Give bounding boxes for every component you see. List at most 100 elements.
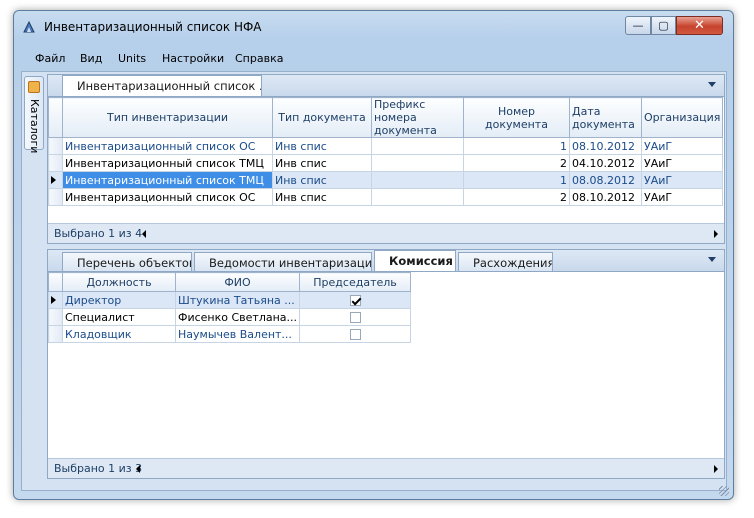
cell-date[interactable]: 08.10.2012 <box>569 137 642 155</box>
cell-org[interactable]: УАиГ <box>640 188 724 206</box>
scroll-right-icon[interactable] <box>714 230 718 238</box>
cell-position[interactable]: Специалист <box>62 308 176 326</box>
table-row-selected[interactable]: Директор Штукина Татьяна ... <box>48 291 412 309</box>
tab-commission-label: Комиссия <box>389 254 453 268</box>
cell-date[interactable]: 08.08.2012 <box>569 171 642 189</box>
row-selector[interactable] <box>48 154 63 172</box>
cell-position[interactable]: Кладовщик <box>62 325 176 343</box>
table-row[interactable]: Инвентаризационный список ОС Инв спис 1 … <box>48 137 724 155</box>
menu-help[interactable]: Справка <box>235 52 283 65</box>
chairman-checkbox[interactable] <box>349 329 361 340</box>
documents-header-row: Тип инвентаризации Тип документа Префикс… <box>48 97 724 138</box>
tabs-dropdown-icon[interactable] <box>708 82 716 87</box>
cell-chairman[interactable] <box>299 325 412 343</box>
scroll-left-icon[interactable] <box>142 230 146 238</box>
cell-chairman[interactable] <box>299 308 412 326</box>
menu-file[interactable]: Файл <box>35 52 65 65</box>
row-selector[interactable] <box>48 137 63 155</box>
scroll-left-icon[interactable] <box>136 465 140 473</box>
cell-number[interactable]: 1 <box>463 171 570 189</box>
commission-table: Должность ФИО Председатель Директор Штук… <box>48 272 412 343</box>
col-header-prefix[interactable]: Префикс номера документа <box>371 97 464 138</box>
scroll-right-icon[interactable] <box>714 465 718 473</box>
details-tabs-dropdown-icon[interactable] <box>708 257 716 262</box>
tab-discrepancies[interactable]: Расхождения <box>458 252 553 272</box>
row-selector[interactable] <box>48 188 63 206</box>
cell-name[interactable]: Наумычев Валент... <box>174 325 301 343</box>
cell-doc-type[interactable]: Инв спис <box>272 137 372 155</box>
current-row-icon <box>51 175 56 184</box>
cell-type[interactable]: Инвентаризационный список ОС <box>62 137 273 155</box>
menu-bar: Файл Вид Units Настройки Справка <box>21 49 727 69</box>
col-header-date[interactable]: Дата документа <box>569 97 642 138</box>
menu-units[interactable]: Units <box>118 52 146 65</box>
cell-org[interactable]: УАиГ <box>640 137 724 155</box>
cell-number[interactable]: 2 <box>463 188 570 206</box>
cell-prefix[interactable] <box>371 171 464 189</box>
catalogs-side-tab[interactable]: Каталоги <box>24 76 44 154</box>
resize-grip-icon[interactable] <box>719 486 729 496</box>
cell-number[interactable]: 2 <box>463 154 570 172</box>
cell-prefix[interactable] <box>371 154 464 172</box>
commission-status-bar: Выбрано 1 из 3 <box>48 458 724 478</box>
table-row-selected[interactable]: Инвентаризационный список ТМЦ Инв спис 1… <box>48 171 724 189</box>
col-header-org[interactable]: Организация <box>640 97 724 138</box>
col-header-chairman[interactable]: Председатель <box>299 272 412 292</box>
cell-type[interactable]: Инвентаризационный список ОС <box>62 188 273 206</box>
cell-doc-type[interactable]: Инв спис <box>272 154 372 172</box>
menu-settings[interactable]: Настройки <box>162 52 224 65</box>
close-button[interactable]: ✕ <box>676 16 723 35</box>
current-row-icon <box>51 295 56 304</box>
cell-name[interactable]: Штукина Татьяна ... <box>174 291 301 309</box>
chairman-checkbox[interactable] <box>349 312 361 323</box>
row-selector[interactable] <box>48 325 63 343</box>
col-header-position[interactable]: Должность <box>62 272 176 292</box>
app-window: Инвентаризационный список НФА — ▢ ✕ Файл… <box>13 10 734 500</box>
tab-commission[interactable]: Комиссия <box>374 250 456 272</box>
col-header-name[interactable]: ФИО <box>174 272 301 292</box>
cell-number[interactable]: 1 <box>463 137 570 155</box>
minimize-icon: — <box>632 19 644 32</box>
cell-name[interactable]: Фисенко Светлана... <box>174 308 301 326</box>
row-selector[interactable] <box>48 291 63 309</box>
title-bar[interactable]: Инвентаризационный список НФА — ▢ ✕ <box>14 11 733 41</box>
maximize-button[interactable]: ▢ <box>651 16 676 35</box>
commission-selection-count: Выбрано 1 из 3 <box>54 462 143 475</box>
chairman-checkbox[interactable] <box>349 295 361 306</box>
cell-prefix[interactable] <box>371 188 464 206</box>
table-row[interactable]: Инвентаризационный список ТМЦ Инв спис 2… <box>48 154 724 172</box>
table-row[interactable]: Специалист Фисенко Светлана... <box>48 308 412 326</box>
app-icon <box>23 20 35 33</box>
catalogs-label: Каталоги <box>28 99 41 154</box>
row-selector[interactable] <box>48 171 63 189</box>
main-area: Каталоги Инвентаризационный список ... Т… <box>21 71 727 491</box>
catalog-icon <box>28 81 40 93</box>
table-row[interactable]: Инвентаризационный список ОС Инв спис 2 … <box>48 188 724 206</box>
tab-objects-list[interactable]: Перечень объектов <box>62 252 192 272</box>
documents-status-bar: Выбрано 1 из 4 <box>48 223 724 243</box>
row-selector[interactable] <box>48 308 63 326</box>
cell-position[interactable]: Директор <box>62 291 176 309</box>
cell-type[interactable]: Инвентаризационный список ТМЦ <box>62 154 273 172</box>
table-row[interactable]: Кладовщик Наумычев Валент... <box>48 325 412 343</box>
documents-selection-count: Выбрано 1 из 4 <box>54 227 143 240</box>
col-header-number[interactable]: Номер документа <box>463 97 570 138</box>
col-header-doc-type[interactable]: Тип документа <box>272 97 372 138</box>
cell-chairman[interactable] <box>299 291 412 309</box>
cell-doc-type[interactable]: Инв спис <box>272 188 372 206</box>
tab-objects-list-label: Перечень объектов <box>77 256 192 270</box>
cell-date[interactable]: 04.10.2012 <box>569 154 642 172</box>
minimize-button[interactable]: — <box>625 16 651 35</box>
col-header-type[interactable]: Тип инвентаризации <box>62 97 273 138</box>
cell-org[interactable]: УАиГ <box>640 171 724 189</box>
tab-discrepancies-label: Расхождения <box>473 256 553 270</box>
menu-view[interactable]: Вид <box>80 52 102 65</box>
cell-prefix[interactable] <box>371 137 464 155</box>
tab-inventory-statements[interactable]: Ведомости инвентаризации <box>194 252 372 272</box>
cell-org[interactable]: УАиГ <box>640 154 724 172</box>
tab-inventory-list[interactable]: Инвентаризационный список ... <box>62 75 262 97</box>
cell-doc-type[interactable]: Инв спис <box>272 171 372 189</box>
cell-type[interactable]: Инвентаризационный список ТМЦ <box>62 171 273 189</box>
commission-header-row: Должность ФИО Председатель <box>48 272 412 292</box>
cell-date[interactable]: 08.10.2012 <box>569 188 642 206</box>
